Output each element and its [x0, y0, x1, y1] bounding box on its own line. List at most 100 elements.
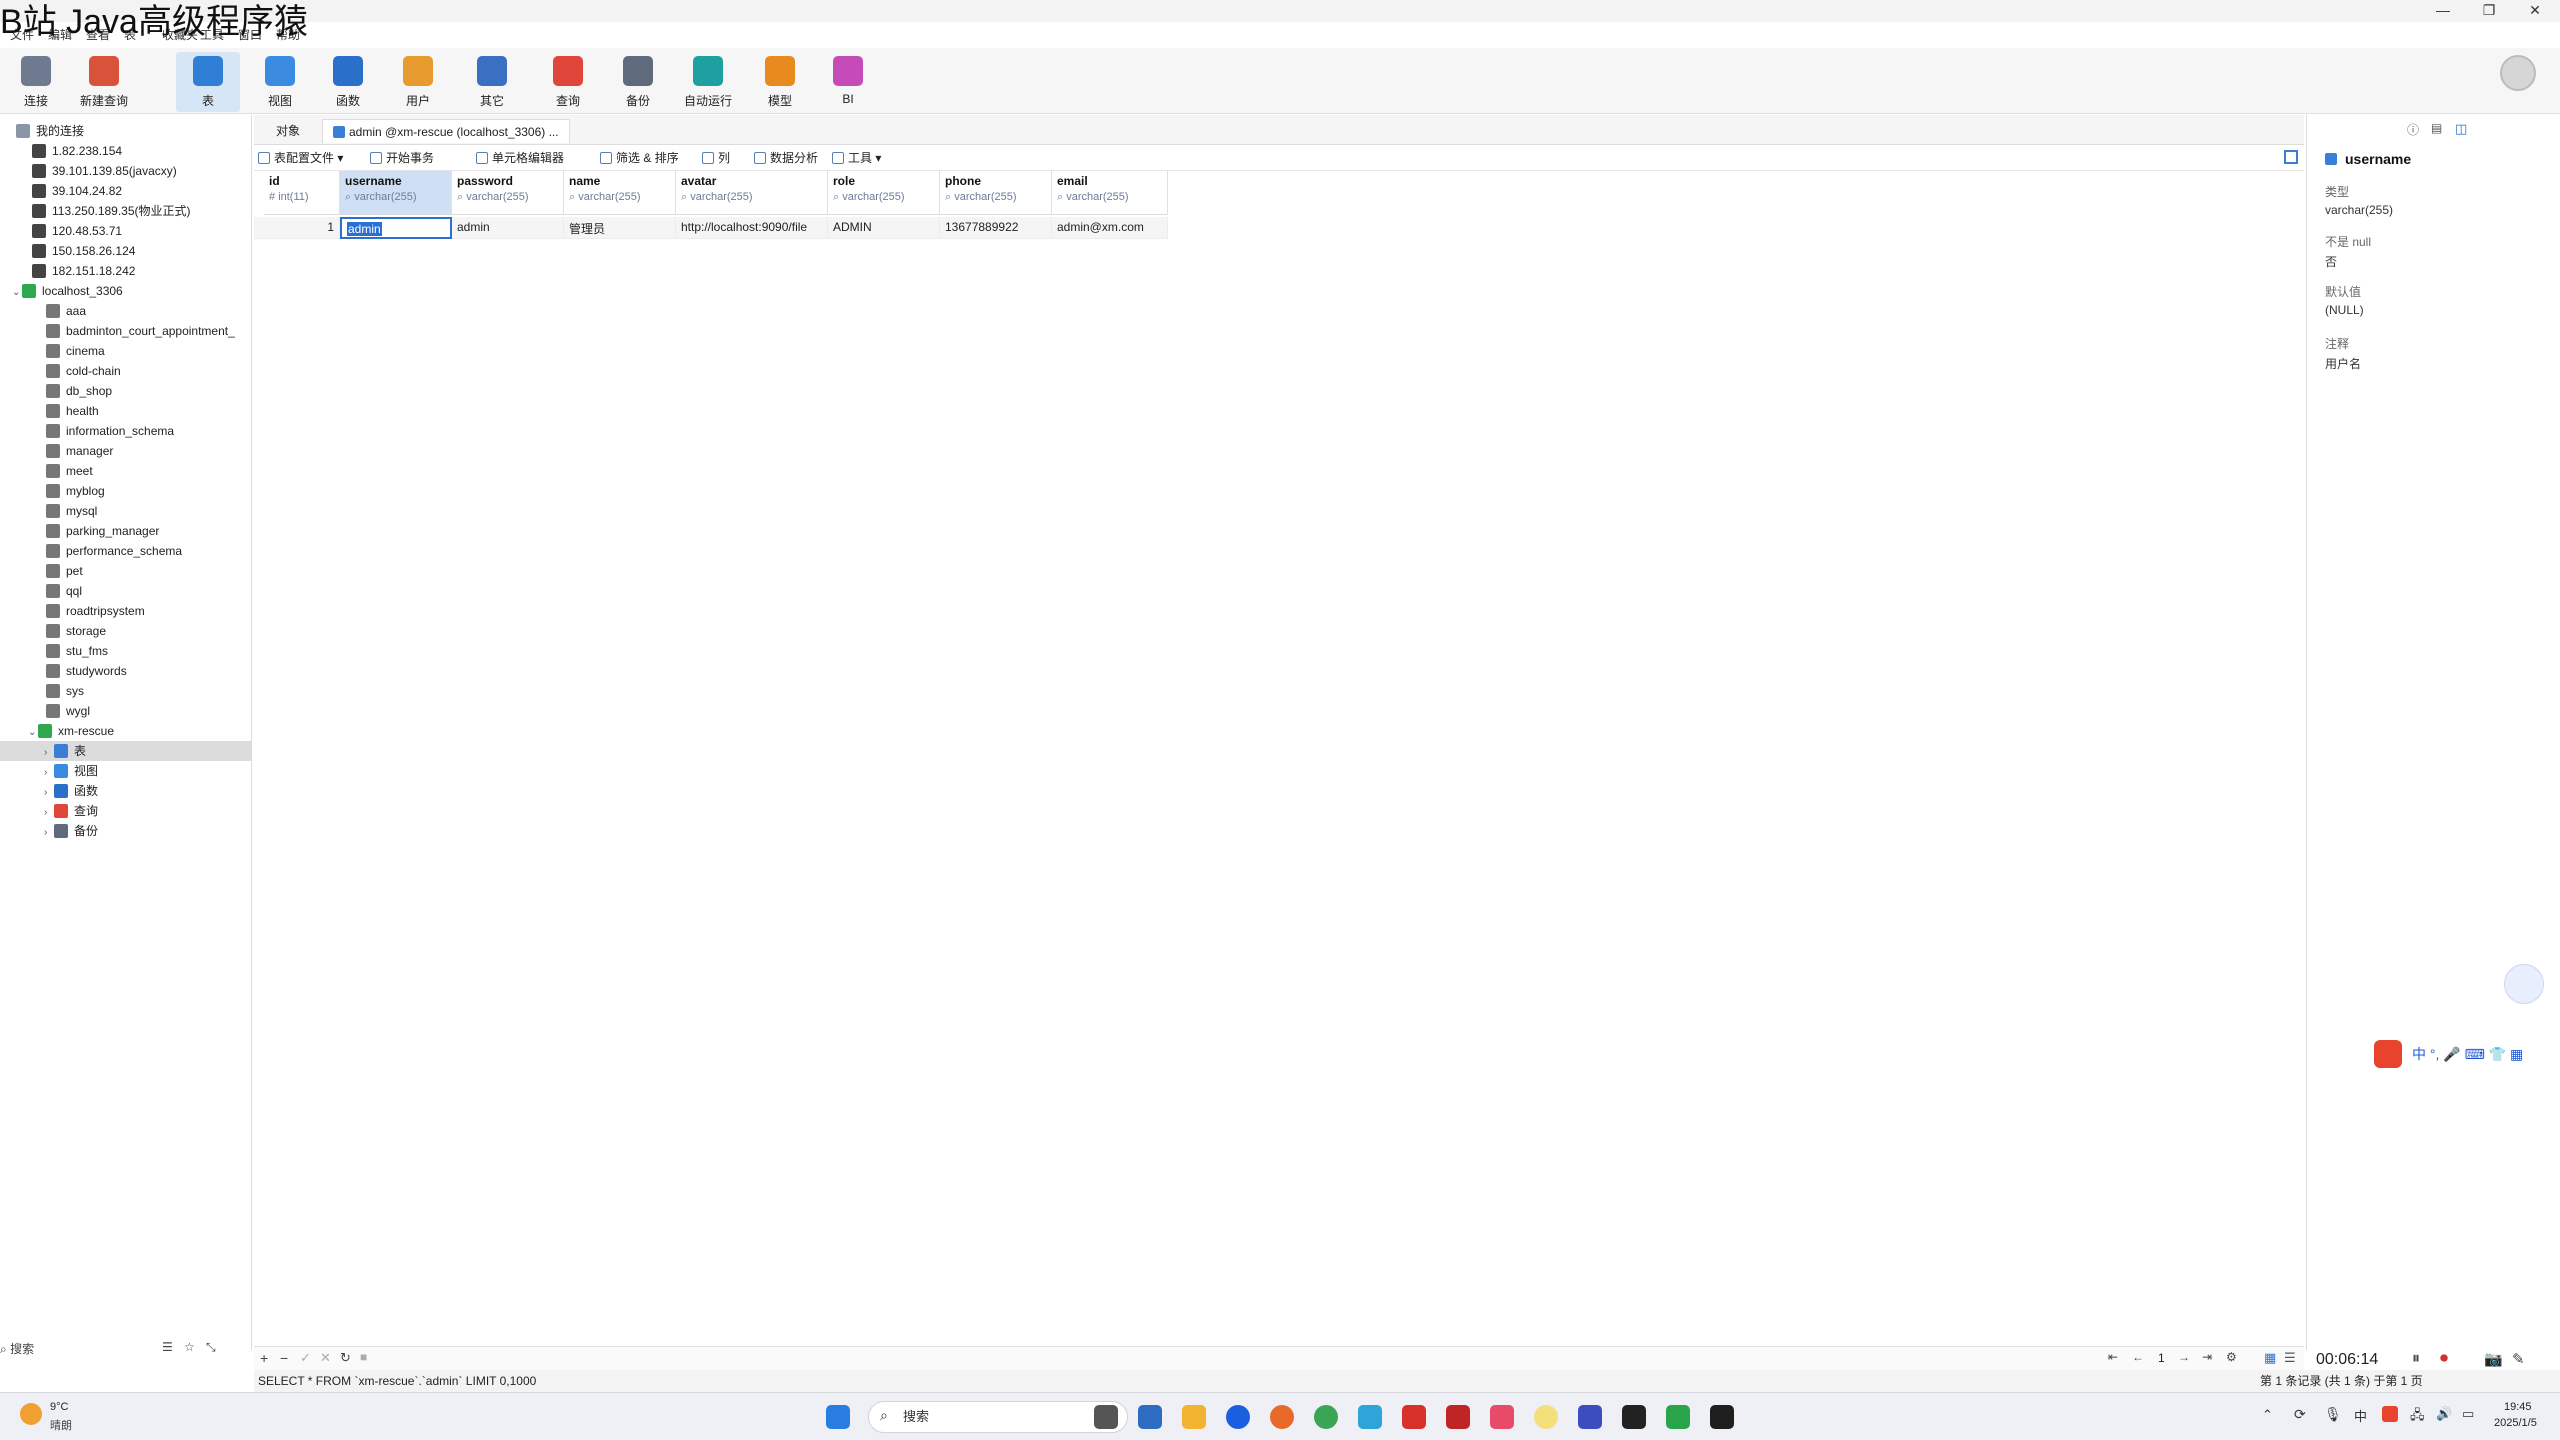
refresh-icon[interactable]: ↻ — [340, 1350, 351, 1366]
subtool-0[interactable]: 表配置文件 ▾ — [258, 149, 343, 166]
tree-local-connection[interactable]: ⌄ localhost_3306 — [0, 281, 252, 301]
ime-status-icons[interactable]: 中 °, 🎤 ⌨ 👕 ▦ — [2412, 1044, 2523, 1064]
toolbar-8[interactable]: 备份 — [606, 52, 670, 112]
tree-function[interactable]: › 函数 — [0, 781, 252, 801]
tree-database[interactable]: studywords — [0, 661, 252, 681]
tree-database[interactable]: myblog — [0, 481, 252, 501]
tray-volume-icon[interactable]: 🔊 — [2436, 1406, 2452, 1422]
subtool-2[interactable]: 单元格编辑器 — [476, 149, 564, 166]
stop-record-icon[interactable]: ⏺ — [2440, 1350, 2448, 1368]
expand-chevron-icon[interactable]: › — [44, 743, 54, 761]
apply-icon[interactable]: ✓ — [300, 1350, 311, 1366]
weather-icon[interactable] — [20, 1403, 42, 1425]
tree-database[interactable]: db_shop — [0, 381, 252, 401]
tree-backup[interactable]: › 备份 — [0, 821, 252, 841]
toolbar-0[interactable]: 连接 — [4, 52, 68, 112]
page-number[interactable]: 1 — [2158, 1351, 2165, 1365]
close-button[interactable]: ✕ — [2512, 0, 2558, 22]
tree-current-database[interactable]: ⌄ xm-rescue — [0, 721, 252, 741]
tree-database[interactable]: health — [0, 401, 252, 421]
pen-icon[interactable]: ✎ — [2512, 1350, 2525, 1368]
toolbar-9[interactable]: 自动运行 — [676, 52, 740, 112]
prev-page-icon[interactable]: ← — [2132, 1350, 2144, 1364]
app-icon-pink[interactable] — [1490, 1405, 1514, 1429]
tree-database[interactable]: qql — [0, 581, 252, 601]
tree-database[interactable]: parking_manager — [0, 521, 252, 541]
hbuilder-icon[interactable] — [1666, 1405, 1690, 1429]
table-cell-role[interactable]: ADMIN — [828, 217, 940, 239]
tree-view[interactable]: › 视图 — [0, 761, 252, 781]
stop-icon[interactable]: ■ — [360, 1350, 367, 1364]
tab-objects[interactable]: 对象 — [266, 119, 310, 143]
floating-assistant-icon[interactable] — [2504, 964, 2544, 1004]
tree-database[interactable]: aaa — [0, 301, 252, 321]
tree-database[interactable]: cinema — [0, 341, 252, 361]
toolbar-1[interactable]: 新建查询 — [72, 52, 136, 112]
settings-gear-icon[interactable]: ⚙ — [2226, 1350, 2237, 1364]
grid-view-icon[interactable]: ▦ — [2264, 1350, 2276, 1366]
column-header-avatar[interactable]: avatar ⌕ varchar(255) — [676, 171, 828, 215]
expand-chevron-icon[interactable]: ⌄ — [28, 723, 38, 741]
taskbar-search[interactable]: 搜索 — [868, 1401, 1128, 1433]
camera-icon[interactable]: 📷 — [2484, 1350, 2503, 1368]
edge-icon[interactable] — [1358, 1405, 1382, 1429]
sogou-ime-icon[interactable] — [2374, 1040, 2402, 1068]
expand-chevron-icon[interactable]: › — [44, 823, 54, 841]
intellij-icon[interactable] — [1622, 1405, 1646, 1429]
tree-connection[interactable]: 1.82.238.154 — [0, 141, 252, 161]
tab-admin-table[interactable]: admin @xm-rescue (localhost_3306) ... — [322, 119, 570, 143]
toolbar-7[interactable]: 查询 — [536, 52, 600, 112]
expand-chevron-icon[interactable]: ⌄ — [12, 283, 22, 301]
table-cell-id[interactable]: 1 — [264, 217, 340, 239]
subtool-1[interactable]: 开始事务 — [370, 149, 434, 166]
task-view-icon[interactable] — [1094, 1405, 1118, 1429]
tree-database[interactable]: roadtripsystem — [0, 601, 252, 621]
table-cell-name[interactable]: 管理员 — [564, 217, 676, 239]
table-cell-avatar[interactable]: http://localhost:9090/file — [676, 217, 828, 239]
tree-connection[interactable]: 120.48.53.71 — [0, 221, 252, 241]
discard-icon[interactable]: ✕ — [320, 1350, 331, 1366]
info-icon[interactable]: ⓘ — [2407, 121, 2419, 138]
table-cell-phone[interactable]: 13677889922 — [940, 217, 1052, 239]
chrome-icon[interactable] — [1314, 1405, 1338, 1429]
expand-chevron-icon[interactable]: › — [44, 763, 54, 781]
column-header-role[interactable]: role ⌕ varchar(255) — [828, 171, 940, 215]
tree-database[interactable]: wygl — [0, 701, 252, 721]
app-icon-red[interactable] — [1446, 1405, 1470, 1429]
clock-date[interactable]: 2025/1/5 — [2494, 1417, 2537, 1429]
maximize-button[interactable]: ❐ — [2466, 0, 2512, 22]
tree-database[interactable]: performance_schema — [0, 541, 252, 561]
toolbar-2[interactable]: 表 — [176, 52, 240, 112]
tree-database[interactable]: storage — [0, 621, 252, 641]
column-header-phone[interactable]: phone ⌕ varchar(255) — [940, 171, 1052, 215]
add-record-icon[interactable]: + — [260, 1350, 268, 1366]
account-avatar[interactable] — [2500, 55, 2536, 91]
column-header-email[interactable]: email ⌕ varchar(255) — [1052, 171, 1168, 215]
tray-ime-icon[interactable]: 中 — [2354, 1406, 2367, 1425]
tray-sogou-icon[interactable] — [2382, 1406, 2398, 1422]
navicat-icon[interactable] — [1534, 1405, 1558, 1429]
collapse-icon[interactable]: ⤡ — [206, 1340, 216, 1355]
firefox-icon[interactable] — [1270, 1405, 1294, 1429]
tree-connection[interactable]: 39.104.24.82 — [0, 181, 252, 201]
terminal-icon[interactable] — [1710, 1405, 1734, 1429]
star-icon[interactable]: ☆ — [184, 1340, 195, 1354]
column-header-name[interactable]: name ⌕ varchar(255) — [564, 171, 676, 215]
delete-record-icon[interactable]: − — [280, 1350, 288, 1366]
toolbar-3[interactable]: 视图 — [248, 52, 312, 112]
sidebar-search[interactable]: ⌕ 搜索 ☰ ☆ ⤡ — [0, 1340, 252, 1366]
file-explorer-icon[interactable] — [1182, 1405, 1206, 1429]
subtool-3[interactable]: 筛选 & 排序 — [600, 149, 679, 166]
tree-database[interactable]: pet — [0, 561, 252, 581]
tree-database[interactable]: mysql — [0, 501, 252, 521]
subtool-5[interactable]: 数据分析 — [754, 149, 818, 166]
tray-sync-icon[interactable]: ⟳ — [2294, 1406, 2306, 1423]
tree-connection[interactable]: 182.151.18.242 — [0, 261, 252, 281]
app-icon-indigo[interactable] — [1578, 1405, 1602, 1429]
expand-chevron-icon[interactable]: › — [44, 803, 54, 821]
tree-database[interactable]: badminton_court_appointment_ — [0, 321, 252, 341]
form-view-icon[interactable]: ☰ — [2284, 1350, 2296, 1366]
column-header-id[interactable]: id # int(11) — [264, 171, 340, 215]
column-header-password[interactable]: password ⌕ varchar(255) — [452, 171, 564, 215]
first-page-icon[interactable]: ⇤ — [2108, 1350, 2118, 1364]
